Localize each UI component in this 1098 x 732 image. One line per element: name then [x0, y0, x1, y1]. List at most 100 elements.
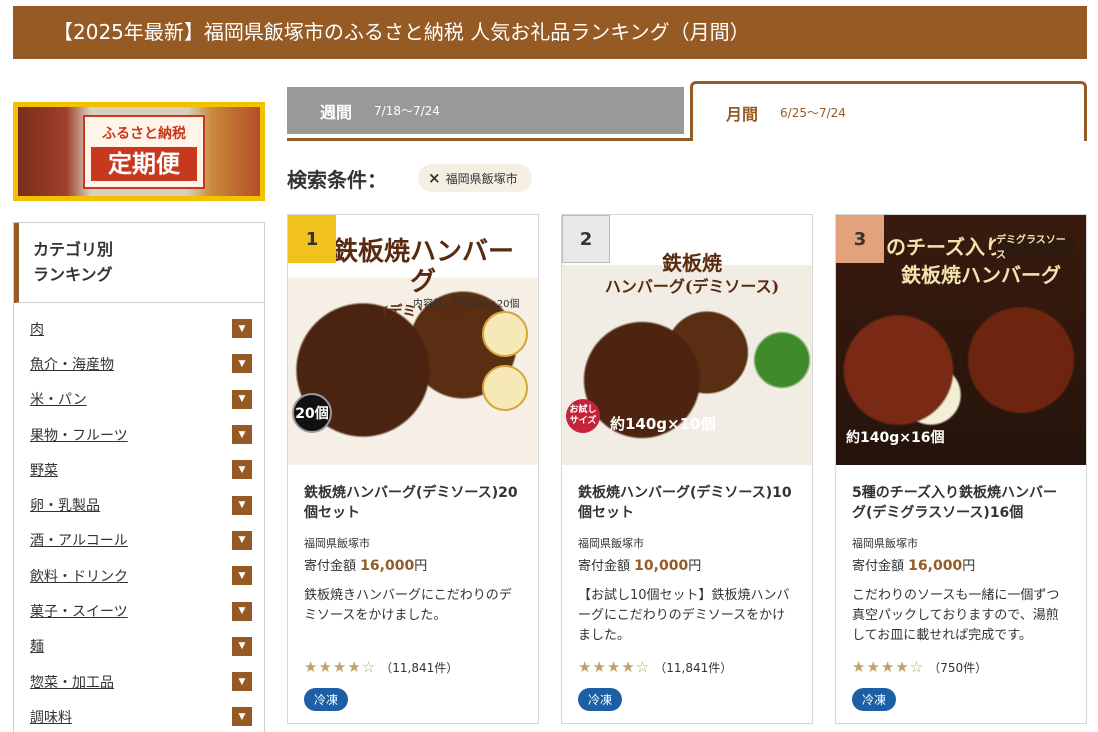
product-title[interactable]: 鉄板焼ハンバーグ(デミソース)10個セット — [578, 483, 796, 527]
triangle-down-icon[interactable]: ▼ — [232, 566, 252, 586]
category-link[interactable]: 米・パン — [30, 389, 87, 409]
banner-label-box: ふるさと納税 定期便 — [83, 115, 205, 189]
image-subcaption: 内容量：約140g×20個 — [413, 299, 520, 310]
subscription-banner[interactable]: ふるさと納税 定期便 — [13, 102, 265, 201]
triangle-down-icon[interactable]: ▼ — [232, 530, 252, 550]
frozen-tag: 冷凍 — [304, 688, 349, 711]
banner-image: ふるさと納税 定期便 — [18, 107, 260, 196]
category-link[interactable]: 麺 — [30, 636, 44, 656]
triangle-down-icon[interactable]: ▼ — [232, 636, 252, 656]
page-header: 【2025年最新】福岡県飯塚市のふるさと納税 人気お礼品ランキング（月間） — [13, 6, 1087, 59]
close-icon[interactable]: × — [428, 169, 441, 187]
image-caption: 鉄板焼 ハンバーグ(デミソース) — [604, 251, 780, 296]
product-description: 【お試し10個セット】鉄板焼ハンバーグにこだわりのデミソースをかけました。 — [578, 588, 790, 643]
product-price: 寄付金額 16,000円 — [304, 558, 428, 574]
category-link[interactable]: 肉 — [30, 319, 44, 339]
category-item[interactable]: 野菜 ▼ — [30, 452, 252, 487]
search-conditions-label: 検索条件： — [287, 168, 387, 192]
product-description: こだわりのソースも一緒に一個ずつ真空パックしておりますので、湯煎してお皿に載せれ… — [852, 588, 1060, 643]
product-city: 福岡県飯塚市 — [578, 537, 644, 550]
category-item[interactable]: 調味料 ▼ — [30, 699, 252, 732]
product-city: 福岡県飯塚市 — [852, 537, 918, 550]
triangle-down-icon[interactable]: ▼ — [232, 495, 252, 515]
tab-weekly-range: 7/18〜7/24 — [374, 104, 440, 118]
product-rating: ★★★★☆ （11,841件） — [304, 658, 522, 676]
product-card[interactable]: 3 のチーズ入り 鉄板焼ハンバーグ デミグラスソース 約140g×16個 5種の… — [835, 214, 1087, 724]
triangle-down-icon[interactable]: ▼ — [232, 460, 252, 480]
category-link[interactable]: 飲料・ドリンク — [30, 566, 128, 586]
image-subcaption: 約140g×16個 — [846, 430, 945, 446]
product-rating: ★★★★☆ （11,841件） — [578, 658, 796, 676]
category-link[interactable]: 野菜 — [30, 460, 58, 480]
triangle-down-icon[interactable]: ▼ — [232, 389, 252, 409]
banner-big-text: 定期便 — [91, 147, 197, 181]
triangle-down-icon[interactable]: ▼ — [232, 672, 252, 692]
category-item[interactable]: 惣菜・加工品 ▼ — [30, 664, 252, 699]
product-info: 鉄板焼ハンバーグ(デミソース)10個セット 福岡県飯塚市 寄付金額 10,000… — [562, 465, 812, 711]
category-item[interactable]: 酒・アルコール ▼ — [30, 523, 252, 558]
star-rating-icon: ★★★★☆ — [578, 658, 651, 676]
rank-badge: 3 — [836, 215, 884, 263]
image-subcaption: 約140g×10個 — [610, 415, 716, 433]
award-medal-icon — [482, 365, 528, 411]
sauce-badge: デミグラスソース — [996, 235, 1074, 261]
frozen-tag: 冷凍 — [852, 688, 897, 711]
category-item[interactable]: 米・パン ▼ — [30, 382, 252, 417]
category-link[interactable]: 果物・フルーツ — [30, 425, 128, 445]
category-item[interactable]: 菓子・スイーツ ▼ — [30, 593, 252, 628]
triangle-down-icon[interactable]: ▼ — [232, 319, 252, 339]
image-caption: 鉄板焼ハンバーグ (デミソース) — [331, 237, 514, 320]
tab-weekly[interactable]: 週間 7/18〜7/24 — [287, 87, 684, 134]
product-card[interactable]: 1 鉄板焼ハンバーグ (デミソース) 内容量：約140g×20個 20個 鉄板焼… — [287, 214, 539, 724]
tab-monthly-range: 6/25〜7/24 — [780, 106, 846, 120]
star-rating-icon: ★★★★☆ — [304, 658, 377, 676]
product-description: 鉄板焼きハンバーグにこだわりのデミソースをかけました。 — [304, 588, 512, 623]
category-item[interactable]: 果物・フルーツ ▼ — [30, 417, 252, 452]
tab-underline — [287, 138, 691, 141]
category-link[interactable]: 魚介・海産物 — [30, 354, 114, 374]
category-link[interactable]: 卵・乳製品 — [30, 495, 100, 515]
frozen-tag: 冷凍 — [578, 688, 623, 711]
product-price: 寄付金額 10,000円 — [578, 558, 702, 574]
triangle-down-icon[interactable]: ▼ — [232, 707, 252, 727]
product-title[interactable]: 鉄板焼ハンバーグ(デミソース)20個セット — [304, 483, 522, 527]
tab-weekly-label: 週間 — [320, 102, 353, 122]
category-link[interactable]: 酒・アルコール — [30, 530, 128, 550]
category-item[interactable]: 肉 ▼ — [30, 311, 252, 346]
product-title[interactable]: 5種のチーズ入り鉄板焼ハンバーグ(デミグラスソース)16個 — [852, 483, 1070, 527]
category-ranking-title: カテゴリ別 ランキング — [14, 223, 264, 303]
category-item[interactable]: 卵・乳製品 ▼ — [30, 487, 252, 522]
star-rating-icon: ★★★★☆ — [852, 658, 925, 676]
category-link[interactable]: 菓子・スイーツ — [30, 601, 128, 621]
product-info: 5種のチーズ入り鉄板焼ハンバーグ(デミグラスソース)16個 福岡県飯塚市 寄付金… — [836, 465, 1086, 711]
product-rating: ★★★★☆ （750件） — [852, 658, 1070, 676]
category-item[interactable]: 麺 ▼ — [30, 629, 252, 664]
product-image[interactable]: 3 のチーズ入り 鉄板焼ハンバーグ デミグラスソース 約140g×16個 — [836, 215, 1086, 465]
review-count: （11,841件） — [654, 660, 733, 675]
category-ranking-panel: カテゴリ別 ランキング 肉 ▼ 魚介・海産物 ▼ 米・パン ▼ 果物・フルーツ ▼ 野菜… — [13, 222, 265, 732]
product-city: 福岡県飯塚市 — [304, 537, 370, 550]
rank-badge: 2 — [562, 215, 610, 263]
category-item[interactable]: 飲料・ドリンク ▼ — [30, 558, 252, 593]
category-item[interactable]: 魚介・海産物 ▼ — [30, 346, 252, 381]
review-count: （750件） — [928, 660, 988, 675]
category-link[interactable]: 惣菜・加工品 — [30, 672, 114, 692]
banner-small-text: ふるさと納税 — [102, 126, 186, 142]
category-list: 肉 ▼ 魚介・海産物 ▼ 米・パン ▼ 果物・フルーツ ▼ 野菜 ▼ 卵・乳製品 ▼ 酒・ア… — [14, 311, 264, 732]
tab-monthly-label: 月間 — [726, 104, 759, 124]
tab-monthly[interactable]: 月間 6/25〜7/24 — [690, 81, 1087, 141]
triangle-down-icon[interactable]: ▼ — [232, 425, 252, 445]
product-card[interactable]: 2 鉄板焼 ハンバーグ(デミソース) 約140g×10個 お試しサイズ 鉄板焼ハ… — [561, 214, 813, 724]
product-image[interactable]: 2 鉄板焼 ハンバーグ(デミソース) 約140g×10個 お試しサイズ — [562, 215, 812, 465]
quantity-badge: 20個 — [292, 393, 332, 433]
filter-chip[interactable]: × 福岡県飯塚市 — [418, 164, 532, 192]
triangle-down-icon[interactable]: ▼ — [232, 601, 252, 621]
product-image[interactable]: 1 鉄板焼ハンバーグ (デミソース) 内容量：約140g×20個 20個 — [288, 215, 538, 465]
product-info: 鉄板焼ハンバーグ(デミソース)20個セット 福岡県飯塚市 寄付金額 16,000… — [288, 465, 538, 711]
trial-size-badge: お試しサイズ — [566, 399, 600, 433]
page-title: 【2025年最新】福岡県飯塚市のふるさと納税 人気お礼品ランキング（月間） — [53, 20, 750, 44]
category-link[interactable]: 調味料 — [30, 707, 72, 727]
award-medal-icon — [482, 311, 528, 357]
filter-chip-label: 福岡県飯塚市 — [445, 171, 518, 186]
triangle-down-icon[interactable]: ▼ — [232, 354, 252, 374]
